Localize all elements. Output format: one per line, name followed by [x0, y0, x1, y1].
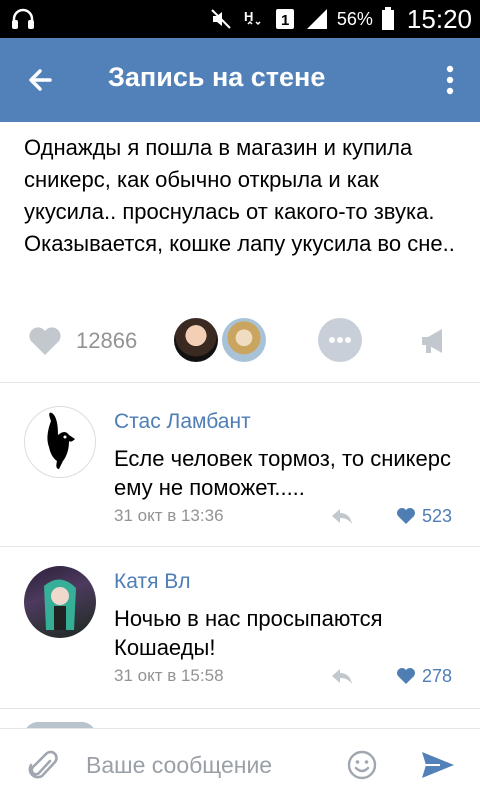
- heart-icon[interactable]: [396, 667, 416, 685]
- mute-icon: [211, 9, 231, 29]
- anime-avatar-icon: [44, 579, 76, 630]
- bunny-logo-icon: [47, 412, 75, 469]
- clock: 15:20: [406, 3, 472, 34]
- post-like-count[interactable]: 12866: [76, 328, 137, 354]
- composer-bar: [0, 728, 480, 800]
- svg-text:H: H: [244, 9, 253, 24]
- liker-avatar[interactable]: [222, 318, 266, 362]
- comment-text: Ночью в нас просыпаются Кошаеды!: [114, 606, 383, 660]
- battery-percent: 56%: [336, 8, 373, 29]
- status-bar: H 1 56% 15:20: [0, 0, 480, 38]
- svg-text:1: 1: [281, 12, 289, 29]
- comment-author[interactable]: Стас Ламбант: [114, 410, 251, 434]
- divider: [0, 546, 480, 547]
- avatar[interactable]: [24, 566, 96, 638]
- heart-icon[interactable]: [396, 507, 416, 525]
- h-plus-icon: H: [244, 9, 261, 26]
- paperclip-icon[interactable]: [28, 749, 58, 783]
- post-text: Однажды я пошла в магазин и купила снике…: [24, 135, 455, 256]
- message-input[interactable]: [86, 745, 326, 785]
- page-title: Запись на стене: [108, 62, 326, 92]
- comment-date: 31 окт в 15:58: [114, 666, 224, 685]
- back-arrow-icon[interactable]: [20, 60, 60, 100]
- send-icon[interactable]: [420, 749, 456, 781]
- heart-icon[interactable]: [28, 326, 62, 356]
- divider: [0, 708, 480, 709]
- liker-avatar[interactable]: [174, 318, 218, 362]
- more-horizontal-icon[interactable]: [318, 318, 362, 362]
- reply-icon[interactable]: [330, 666, 354, 686]
- comment-like-count[interactable]: 278: [422, 666, 452, 687]
- divider: [0, 382, 480, 383]
- signal-icon: [306, 9, 327, 29]
- post-actions: 12866: [0, 316, 480, 366]
- battery-icon: [381, 7, 394, 30]
- app-bar: Запись на стене: [0, 38, 480, 122]
- sim-icon: 1: [275, 9, 294, 29]
- megaphone-icon[interactable]: [418, 326, 450, 356]
- comment-like-count[interactable]: 523: [422, 506, 452, 527]
- more-vert-icon[interactable]: [438, 62, 462, 98]
- avatar[interactable]: [24, 406, 96, 478]
- comment-author[interactable]: Катя Вл: [114, 570, 191, 594]
- comment-date: 31 окт в 13:36: [114, 506, 224, 525]
- comment-text: Есле человек тормоз, то сникерс ему не п…: [114, 446, 451, 500]
- smile-icon[interactable]: [346, 749, 378, 781]
- headphones-icon: [12, 8, 34, 29]
- reply-icon[interactable]: [330, 506, 354, 526]
